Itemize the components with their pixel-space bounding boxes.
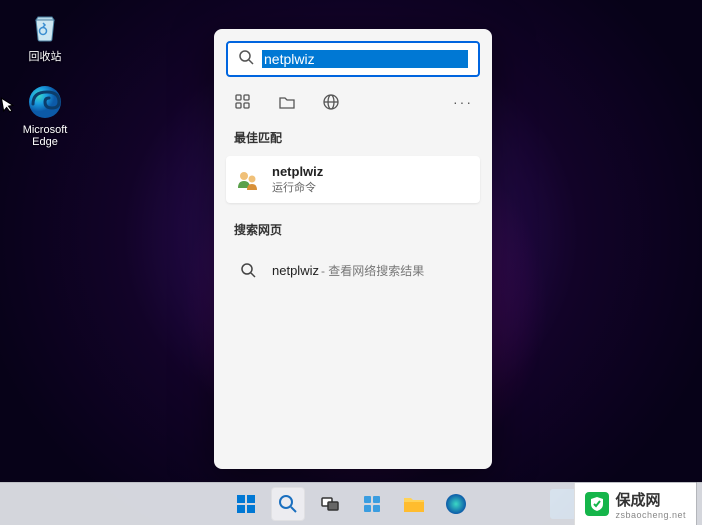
search-filter-row: ··· xyxy=(226,77,480,123)
taskbar-search-button[interactable] xyxy=(271,487,305,521)
search-icon xyxy=(234,256,262,284)
edge-icon xyxy=(27,84,63,120)
search-box[interactable] xyxy=(226,41,480,77)
result-title: netplwiz xyxy=(272,263,319,278)
taskbar-explorer-button[interactable] xyxy=(397,487,431,521)
desktop-icon-edge[interactable]: Microsoft Edge xyxy=(10,84,80,148)
taskbar-taskview-button[interactable] xyxy=(313,487,347,521)
search-result-best[interactable]: netplwiz 运行命令 xyxy=(226,156,480,203)
filter-documents-icon[interactable] xyxy=(278,93,296,111)
desktop-icon-recycle-bin[interactable]: 回收站 xyxy=(10,8,80,64)
watermark-url: zsbaocheng.net xyxy=(615,510,686,520)
netplwiz-icon xyxy=(234,166,262,194)
result-subtitle: 运行命令 xyxy=(272,179,323,195)
watermark-brand: 保成网 xyxy=(615,489,686,510)
result-suffix: - 查看网络搜索结果 xyxy=(321,262,424,279)
filter-more-icon[interactable]: ··· xyxy=(454,93,472,111)
watermark: 保成网 zsbaocheng.net xyxy=(574,483,696,525)
start-button[interactable] xyxy=(229,487,263,521)
start-search-panel: ··· 最佳匹配 netplwiz 运行命令 搜索网页 netplwiz - 查… xyxy=(214,29,492,469)
desktop-icon-label: Microsoft Edge xyxy=(10,124,80,148)
recycle-bin-icon xyxy=(27,8,63,44)
section-web: 搜索网页 xyxy=(226,203,480,248)
filter-apps-icon[interactable] xyxy=(234,93,252,111)
search-input[interactable] xyxy=(262,50,468,68)
filter-web-icon[interactable] xyxy=(322,93,340,111)
taskbar-edge-button[interactable] xyxy=(439,487,473,521)
watermark-shield-icon xyxy=(585,492,609,516)
desktop-icon-label: 回收站 xyxy=(10,48,80,64)
result-title: netplwiz xyxy=(272,164,323,179)
taskbar-widgets-button[interactable] xyxy=(355,487,389,521)
show-desktop-button[interactable] xyxy=(696,482,702,525)
section-best-match: 最佳匹配 xyxy=(226,123,480,156)
search-result-web[interactable]: netplwiz - 查看网络搜索结果 xyxy=(226,248,480,292)
search-icon xyxy=(238,49,254,70)
